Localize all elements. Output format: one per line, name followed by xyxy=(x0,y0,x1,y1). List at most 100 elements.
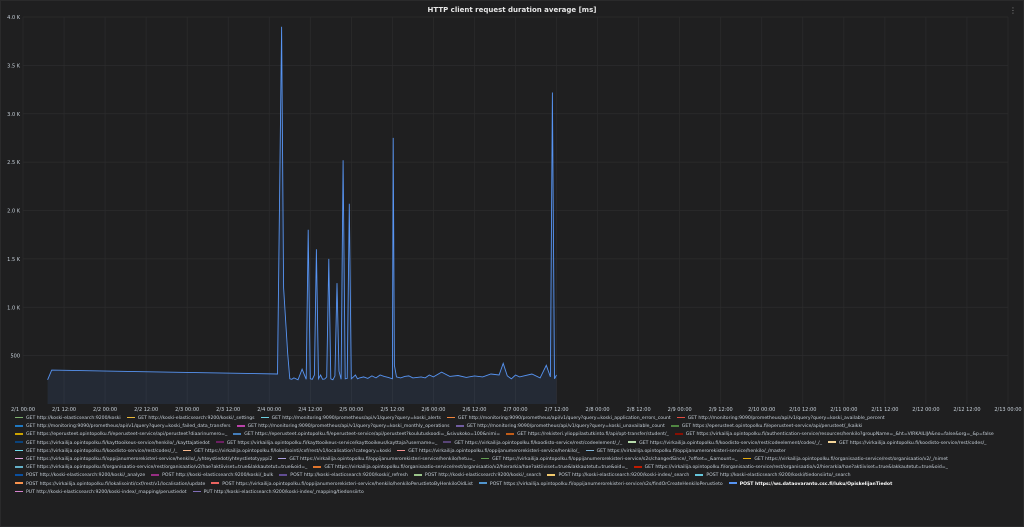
x-tick-label: 2/10 12:00 xyxy=(789,407,816,413)
legend-swatch xyxy=(15,424,23,427)
legend-item[interactable]: GET https://rekisteri.ylioppilastutkinto… xyxy=(506,431,669,439)
legend-item[interactable]: GET https://eperusteet.opintopolku.fi/ep… xyxy=(233,431,500,439)
legend-item[interactable]: GET https://virkailija.opintopolku.fi/or… xyxy=(15,464,307,472)
legend-label: GET http://monitoring:9090/prometheus/ap… xyxy=(247,424,450,430)
legend-item[interactable]: POST https://virkailija.opintopolku.fi/o… xyxy=(211,481,473,489)
legend-swatch xyxy=(233,433,242,435)
legend-item[interactable]: GET https://virkailija.opintopolku.fi/op… xyxy=(585,448,786,456)
legend-swatch xyxy=(728,482,737,484)
legend-item[interactable]: GET https://virkailija.opintopolku.fi/op… xyxy=(15,456,272,464)
legend-item[interactable]: GET http://monitoring:9090/prometheus/ap… xyxy=(446,415,671,423)
x-tick-label: 2/4 00:00 xyxy=(257,407,281,413)
legend-item[interactable]: GET https://virkailija.opintopolku.fi/ko… xyxy=(443,440,622,448)
legend-swatch xyxy=(397,449,406,452)
legend-item[interactable]: GET http://monitoring:9090/prometheus/ap… xyxy=(15,423,231,431)
x-tick-label: 2/8 00:00 xyxy=(586,407,610,413)
x-tick-label: 2/3 00:00 xyxy=(175,407,199,413)
legend-item[interactable]: POST http://koski-elasticsearch:9200/kos… xyxy=(695,472,851,480)
x-tick-label: 2/12 00:00 xyxy=(912,407,939,413)
legend-swatch xyxy=(15,441,23,443)
legend-item[interactable]: GET https://virkailija.opintopolku.fi/ka… xyxy=(215,440,438,448)
y-tick-label: 1.5 K xyxy=(7,257,21,263)
legend-swatch xyxy=(676,416,685,419)
legend-item[interactable]: POST https://ws.dataovaranto.csc.fi/luku… xyxy=(728,481,892,489)
x-tick-label: 2/9 12:00 xyxy=(709,407,733,413)
legend-label: GET https://eperusteet.opintopolku.fi/ep… xyxy=(244,432,501,438)
x-tick-label: 2/12 12:00 xyxy=(953,407,980,413)
legend-swatch xyxy=(413,474,422,476)
legend-swatch xyxy=(695,474,704,476)
legend-item[interactable]: GET https://virkailija.opintopolku.fi/or… xyxy=(743,456,948,464)
legend-item[interactable]: GET http://koski-elasticsearch:9200/kosk… xyxy=(126,415,255,423)
legend-swatch xyxy=(547,474,556,476)
legend-item[interactable]: POST http://koski-elasticsearch:9200/kos… xyxy=(151,472,273,480)
legend-item[interactable]: GET https://virkailija.opintopolku.fi/au… xyxy=(674,431,994,439)
x-tick-label: 2/1 00:00 xyxy=(11,407,35,413)
x-tick-label: 2/6 00:00 xyxy=(421,407,445,413)
legend-item[interactable]: GET https://virkailija.opintopolku.fi/ka… xyxy=(15,440,210,448)
legend-swatch xyxy=(443,441,452,443)
legend-swatch xyxy=(15,465,23,468)
legend-item[interactable]: POST http://koski-elasticsearch:9200/kos… xyxy=(413,472,541,480)
x-tick-label: 2/7 12:00 xyxy=(545,407,569,413)
y-tick-label: 500 xyxy=(10,354,20,360)
legend-label: GET https://virkailija.opintopolku.fi/ko… xyxy=(639,440,823,446)
legend-item[interactable]: GET https://virkailija.opintopolku.fi/op… xyxy=(481,456,737,464)
legend-swatch xyxy=(278,457,287,460)
legend-label: PUT http://koski-elasticsearch:9200/kosk… xyxy=(203,489,364,495)
legend-label: GET https://eperusteet.opintopolku.fi/ep… xyxy=(26,432,228,438)
legend-swatch xyxy=(279,474,288,476)
series-area xyxy=(47,26,557,404)
legend-item[interactable]: POST https://virkailija.opintopolku.fi/l… xyxy=(15,481,205,489)
x-tick-label: 2/2 12:00 xyxy=(134,407,158,413)
legend-label: POST http://koski-elasticsearch:9200/kos… xyxy=(290,473,408,479)
legend-swatch xyxy=(15,449,23,452)
legend-swatch xyxy=(506,433,515,435)
legend-label: GET https://virkailija.opintopolku.fi/or… xyxy=(644,465,948,471)
legend-swatch xyxy=(15,433,23,435)
legend-swatch xyxy=(236,424,245,427)
legend-item[interactable]: GET http://monitoring:9090/prometheus/ap… xyxy=(676,415,885,423)
legend-swatch xyxy=(15,490,23,493)
legend-item[interactable]: GET https://virkailija.opintopolku.fi/lo… xyxy=(183,448,391,456)
plot-area: 4.0 K 3.5 K 3.0 K 2.5 K 2.0 K 1.5 K 1.0 K 500 2/… xyxy=(7,15,1021,413)
legend-item[interactable]: POST http://koski-elasticsearch:9200/kos… xyxy=(547,472,689,480)
legend-item[interactable]: GET https://virkailija.opintopolku.fi/or… xyxy=(633,464,948,472)
legend-item[interactable]: GET https://virkailija.opintopolku.fi/ko… xyxy=(828,440,986,448)
legend-item[interactable]: PUT http://koski-elasticsearch:9200/kosk… xyxy=(15,489,187,497)
legend-label: POST https://virkailija.opintopolku.fi/l… xyxy=(26,481,206,487)
y-tick-label: 1.0 K xyxy=(7,305,21,311)
legend-label: POST https://virkailija.opintopolku.fi/o… xyxy=(489,481,723,487)
legend-item[interactable]: GET https://virkailija.opintopolku.fi/ko… xyxy=(15,448,177,456)
legend-swatch xyxy=(633,465,642,468)
legend-swatch xyxy=(15,457,23,460)
x-tick-label: 2/4 12:00 xyxy=(298,407,322,413)
legend-item[interactable]: GET https://virkailija.opintopolku.fi/ko… xyxy=(628,440,822,448)
legend-item[interactable]: GET https://eperusteet.opintopolku.fi/ep… xyxy=(15,431,227,439)
legend-swatch xyxy=(674,433,683,435)
y-tick-label: 2.0 K xyxy=(7,209,21,215)
legend-swatch xyxy=(215,441,224,443)
legend: GET http://koski-elasticsearch:9200/kosk… xyxy=(15,415,1015,497)
legend-item[interactable]: GET https://virkailija.opintopolku.fi/op… xyxy=(397,448,580,456)
legend-item[interactable]: POST http://koski-elasticsearch:9200/kos… xyxy=(279,472,408,480)
legend-item[interactable]: GET http://monitoring:9090/prometheus/ap… xyxy=(236,423,450,431)
legend-swatch xyxy=(481,457,490,460)
legend-item[interactable]: PUT http://koski-elasticsearch:9200/kosk… xyxy=(192,489,364,497)
legend-item[interactable]: GET http://monitoring:9090/prometheus/ap… xyxy=(260,415,441,423)
legend-label: GET https://virkailija.opintopolku.fi/ka… xyxy=(226,440,438,446)
legend-label: GET https://virkailija.opintopolku.fi/or… xyxy=(324,465,628,471)
legend-item[interactable]: GET https://virkailija.opintopolku.fi/or… xyxy=(313,464,628,472)
legend-label: GET https://virkailija.opintopolku.fi/or… xyxy=(754,457,948,463)
x-tick-label: 2/11 12:00 xyxy=(871,407,898,413)
legend-label: PUT http://koski-elasticsearch:9200/kosk… xyxy=(26,489,187,495)
legend-item[interactable]: GET http://koski-elasticsearch:9200/kosk… xyxy=(15,415,121,423)
legend-label: GET http://monitoring:9090/prometheus/ap… xyxy=(26,424,231,430)
legend-swatch xyxy=(260,416,269,419)
legend-item[interactable]: POST https://virkailija.opintopolku.fi/o… xyxy=(478,481,723,489)
legend-label: POST http://koski-elasticsearch:9200/kos… xyxy=(558,473,690,479)
legend-item[interactable]: POST http://koski-elasticsearch:9200/kos… xyxy=(15,472,145,480)
legend-item[interactable]: GET https://eperusteet.opintopolku.fi/ep… xyxy=(670,423,862,431)
legend-item[interactable]: GET https://virkailija.opintopolku.fi/op… xyxy=(278,456,475,464)
legend-item[interactable]: GET http://monitoring:9090/prometheus/ap… xyxy=(455,423,665,431)
